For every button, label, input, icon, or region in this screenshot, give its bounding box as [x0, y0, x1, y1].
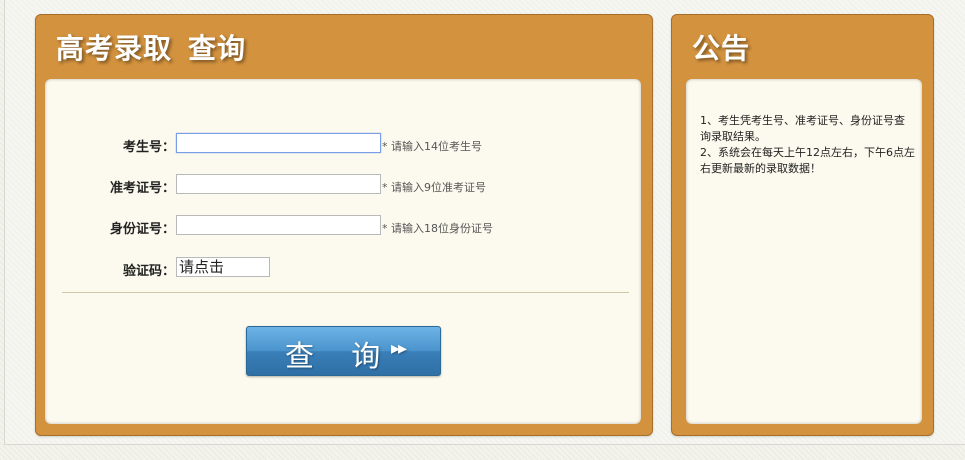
query-panel: 高考录取 查询 考生号： * 请输入14位考生号 准考证号： * 请输入9位准考证…: [35, 14, 653, 436]
notice-panel: 公告 1、考生凭考生号、准考证号、身份证号查询录取结果。 2、系统会在每天上午1…: [671, 14, 934, 436]
id-card-label: 身份证号：: [109, 222, 175, 237]
exam-number-hint: * 请输入14位考生号: [382, 140, 482, 153]
admission-ticket-input[interactable]: [176, 174, 381, 194]
notice-body: 1、考生凭考生号、准考证号、身份证号查询录取结果。 2、系统会在每天上午12点左…: [686, 79, 922, 424]
id-card-row: 身份证号： * 请输入18位身份证号: [45, 215, 641, 237]
exam-number-input[interactable]: [176, 133, 381, 153]
query-form: 考生号： * 请输入14位考生号 准考证号： * 请输入9位准考证号 身份证号：…: [45, 79, 641, 424]
query-panel-title: 高考录取 查询: [56, 27, 246, 67]
title-part-1: 高考录取: [56, 32, 173, 65]
captcha-row: 验证码： 请点击: [45, 257, 641, 279]
notice-panel-title: 公告: [692, 32, 751, 65]
admission-ticket-row: 准考证号： * 请输入9位准考证号: [45, 174, 641, 196]
exam-number-label: 考生号：: [122, 140, 175, 155]
notice-item: 1、考生凭考生号、准考证号、身份证号查询录取结果。: [700, 114, 905, 143]
captcha-label: 验证码：: [122, 264, 175, 279]
admission-ticket-hint: * 请输入9位准考证号: [382, 181, 486, 194]
id-card-hint: * 请输入18位身份证号: [382, 222, 493, 235]
query-button[interactable]: 查 询 ▸▸: [246, 326, 441, 376]
query-button-label: 查 询: [285, 339, 395, 373]
double-chevron-right-icon: ▸▸: [391, 338, 407, 359]
id-card-input[interactable]: [176, 215, 381, 235]
title-part-2: 查询: [188, 32, 247, 65]
exam-number-row: 考生号： * 请输入14位考生号: [45, 133, 641, 155]
captcha-box[interactable]: 请点击: [176, 257, 270, 277]
admission-ticket-label: 准考证号：: [109, 181, 175, 196]
form-divider: [62, 292, 629, 293]
notice-item: 2、系统会在每天上午12点左右，下午6点左右更新最新的录取数据！: [700, 146, 915, 175]
notice-list: 1、考生凭考生号、准考证号、身份证号查询录取结果。 2、系统会在每天上午12点左…: [700, 113, 915, 177]
